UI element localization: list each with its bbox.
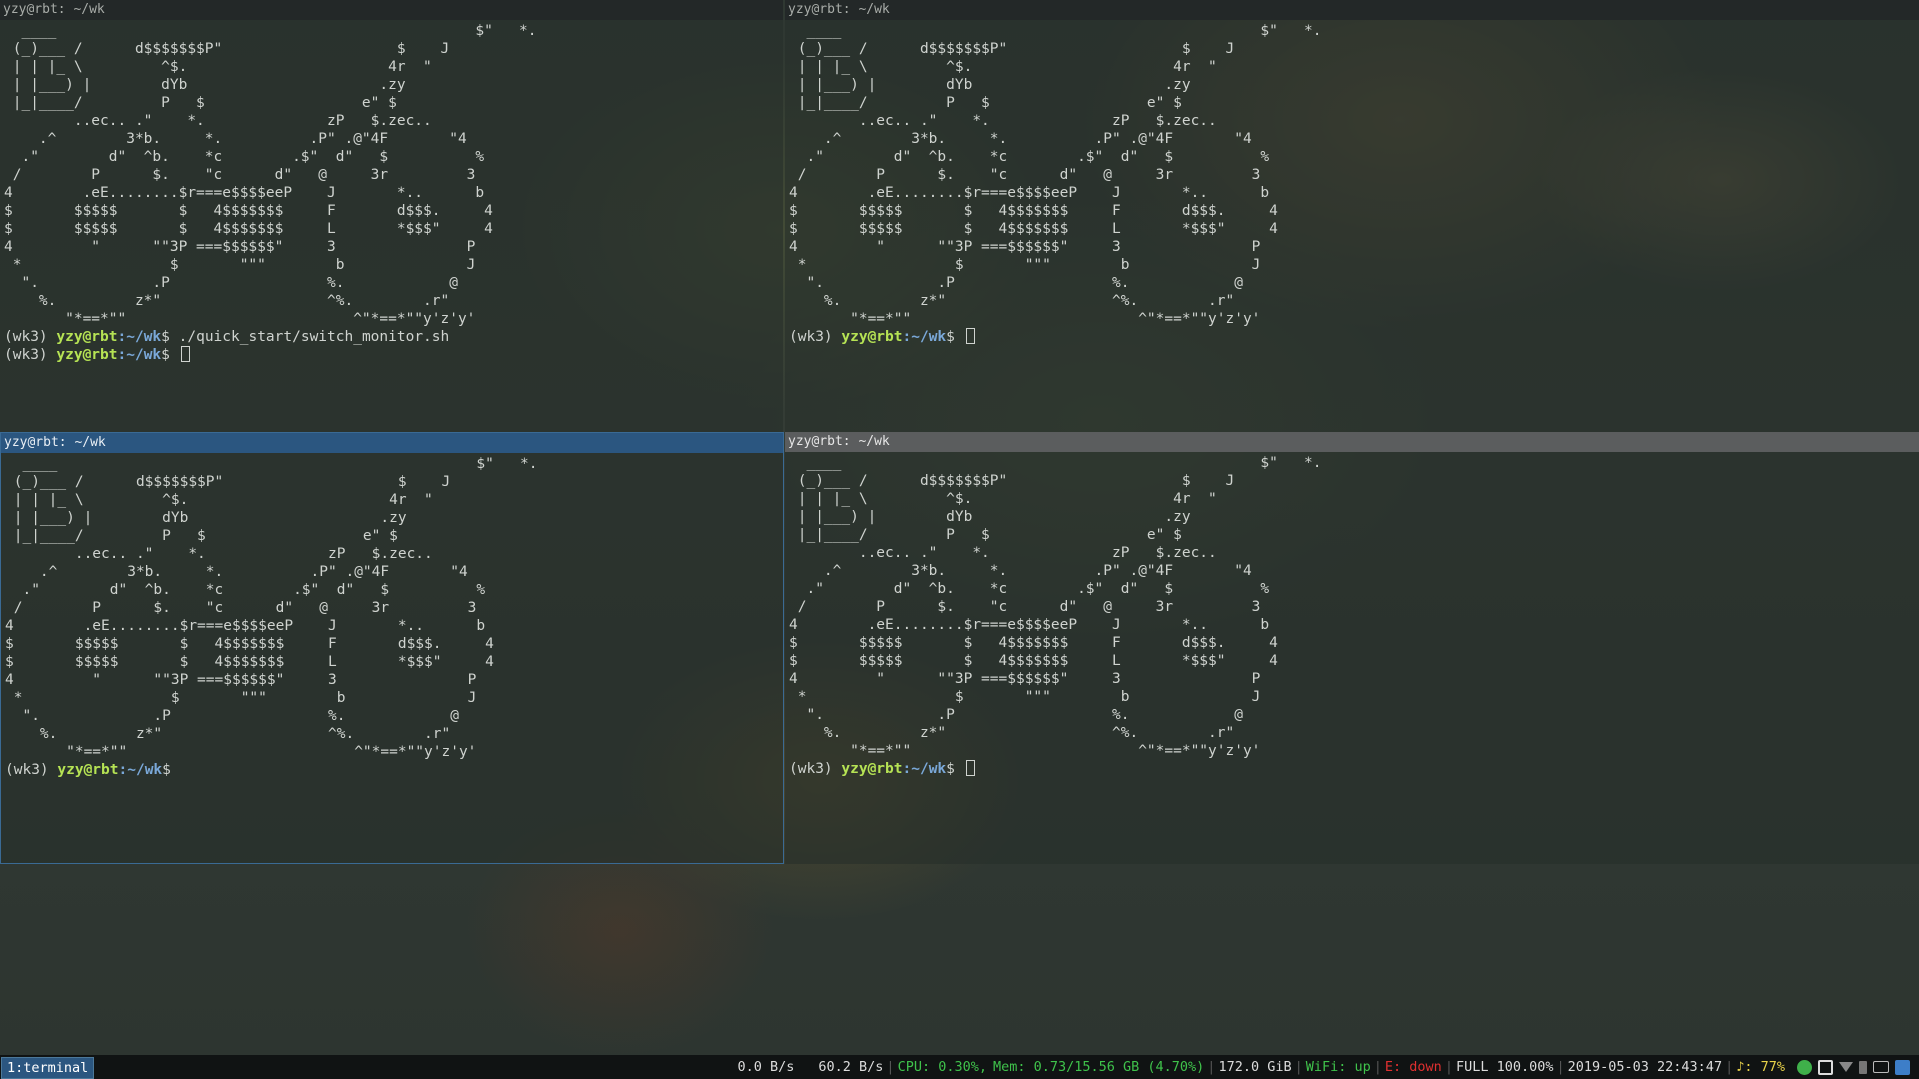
ethernet-status: E: down <box>1384 1059 1442 1075</box>
ascii-art-logo: ____ $" *. (_)___ / d$$$$$$$P" $ J | | |… <box>789 23 1322 327</box>
ascii-art-logo: ____ $" *. (_)___ / d$$$$$$$P" $ J | | |… <box>4 23 537 327</box>
workspace-button[interactable]: 1:terminal <box>1 1057 95 1079</box>
terminal-output[interactable]: ____ $" *. (_)___ / d$$$$$$$P" $ J | | |… <box>785 20 1919 346</box>
prompt-line: (wk3) yzy@rbt:~/wk$ <box>789 328 1919 346</box>
command-text: ./quick_start/switch_monitor.sh <box>178 329 450 345</box>
prompt-path: :~/wk <box>117 347 162 363</box>
terminal-pane-bottom-right[interactable]: yzy@rbt: ~/wk ____ $" *. (_)___ / d$$$$$… <box>785 432 1919 864</box>
pane-title: yzy@rbt: ~/wk <box>785 0 1919 20</box>
prompt-user: yzy@rbt <box>841 329 903 345</box>
terminal-output[interactable]: ____ $" *. (_)___ / d$$$$$$$P" $ J | | |… <box>0 20 783 364</box>
pane-title: yzy@rbt: ~/wk <box>785 432 1919 452</box>
volume-level: ♪: 77% <box>1736 1059 1785 1075</box>
disk-free: 172.0 GiB <box>1218 1059 1292 1075</box>
prompt-path: :~/wk <box>117 329 162 345</box>
prompt-line: (wk3) yzy@rbt:~/wk$ <box>789 760 1919 778</box>
text-cursor <box>965 760 975 776</box>
prompt-user: yzy@rbt <box>56 347 118 363</box>
virtualenv-label: (wk3) <box>789 329 842 345</box>
virtualenv-label: (wk3) <box>789 761 842 777</box>
prompt-line: (wk3) yzy@rbt:~/wk$ ./quick_start/switch… <box>4 328 783 346</box>
pane-title: yzy@rbt: ~/wk <box>0 0 783 20</box>
battery-status: FULL 100.00% <box>1455 1059 1554 1075</box>
terminal-pane-bottom-left[interactable]: yzy@rbt: ~/wk ____ $" *. (_)___ / d$$$$$… <box>0 432 784 864</box>
cpu-usage: CPU: 0.30%, <box>897 1059 987 1075</box>
scissors-icon[interactable] <box>1818 1059 1833 1075</box>
virtualenv-label: (wk3) <box>4 347 57 363</box>
virtualenv-label: (wk3) <box>5 762 58 778</box>
prompt-path: :~/wk <box>902 329 947 345</box>
prompt-symbol: $ <box>161 347 179 363</box>
prompt-symbol: $ <box>161 329 179 345</box>
memory-usage: Mem: 0.73/15.56 GB (4.70%) <box>992 1059 1205 1075</box>
network-icon[interactable] <box>1839 1062 1853 1072</box>
prompt-line: (wk3) yzy@rbt:~/wk$ <box>4 346 783 364</box>
battery-icon[interactable] <box>1859 1060 1867 1074</box>
terminal-pane-top-right[interactable]: yzy@rbt: ~/wk ____ $" *. (_)___ / d$$$$$… <box>785 0 1919 432</box>
prompt-path: :~/wk <box>902 761 947 777</box>
status-bar: 1:terminal 0.0 B/s 60.2 B/s | CPU: 0.30%… <box>0 1055 1919 1079</box>
ascii-art-logo: ____ $" *. (_)___ / d$$$$$$$P" $ J | | |… <box>5 456 538 760</box>
prompt-user: yzy@rbt <box>57 762 119 778</box>
virtualenv-label: (wk3) <box>4 329 57 345</box>
prompt-symbol: $ <box>162 762 171 778</box>
ascii-art-logo: ____ $" *. (_)___ / d$$$$$$$P" $ J | | |… <box>789 455 1322 759</box>
system-tray <box>1794 1059 1913 1075</box>
status-blocks: 0.0 B/s 60.2 B/s | CPU: 0.30%, Mem: 0.73… <box>734 1055 1913 1079</box>
terminal-output[interactable]: ____ $" *. (_)___ / d$$$$$$$P" $ J | | |… <box>785 452 1919 778</box>
text-cursor <box>965 328 975 344</box>
prompt-user: yzy@rbt <box>841 761 903 777</box>
telegram-icon[interactable] <box>1797 1059 1812 1075</box>
text-cursor <box>180 346 190 362</box>
datetime: 2019-05-03 22:43:47 <box>1567 1059 1723 1075</box>
prompt-line: (wk3) yzy@rbt:~/wk$ <box>5 761 783 779</box>
pane-title: yzy@rbt: ~/wk <box>1 433 783 453</box>
prompt-path: :~/wk <box>118 762 163 778</box>
prompt-symbol: $ <box>946 329 964 345</box>
net-down-speed: 60.2 B/s <box>818 1059 884 1075</box>
terminal-output[interactable]: ____ $" *. (_)___ / d$$$$$$$P" $ J | | |… <box>1 453 783 779</box>
net-up-speed: 0.0 B/s <box>737 1059 795 1075</box>
keyboard-icon[interactable] <box>1873 1061 1889 1073</box>
terminal-pane-top-left[interactable]: yzy@rbt: ~/wk ____ $" *. (_)___ / d$$$$$… <box>0 0 783 432</box>
prompt-symbol: $ <box>946 761 964 777</box>
prompt-user: yzy@rbt <box>56 329 118 345</box>
wifi-status: WiFi: up <box>1305 1059 1371 1075</box>
update-icon[interactable] <box>1895 1059 1910 1075</box>
